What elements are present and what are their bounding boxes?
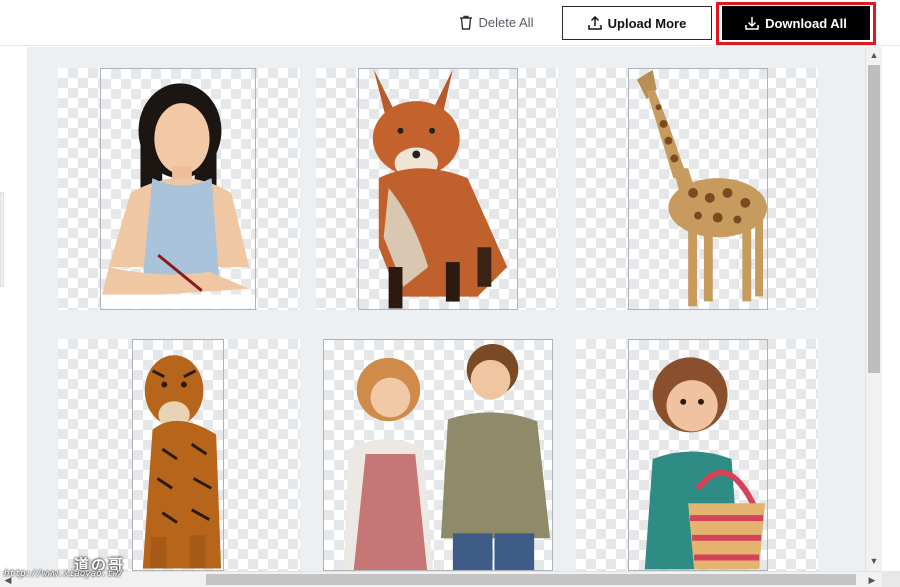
- image-tile-tiger[interactable]: [132, 339, 224, 571]
- vertical-scrollbar[interactable]: ▲ ▼: [865, 47, 882, 571]
- top-toolbar: Delete All Upload More Download All: [0, 0, 900, 46]
- scroll-up-icon[interactable]: ▲: [866, 47, 882, 63]
- image-tile-girl[interactable]: [628, 339, 768, 571]
- image-gallery: [28, 47, 865, 571]
- girl-image: [644, 357, 766, 570]
- upload-more-label: Upload More: [607, 15, 687, 31]
- woman-image: [101, 83, 255, 309]
- watermark: 道の哥 http://www.xiaoyao.tw/: [4, 554, 164, 584]
- upload-icon: [587, 16, 602, 30]
- right-panel-edge: [882, 47, 900, 571]
- download-all-button[interactable]: Download All: [722, 6, 870, 40]
- scroll-right-icon[interactable]: ▶: [864, 572, 880, 587]
- scroll-down-icon[interactable]: ▼: [866, 553, 882, 569]
- watermark-url: http://www.xiaoyao.tw/: [4, 569, 124, 579]
- delete-all-label: Delete All: [478, 14, 534, 30]
- horizontal-scroll-thumb[interactable]: [206, 574, 856, 585]
- delete-all-button[interactable]: Delete All: [450, 10, 542, 34]
- left-panel-edge: [0, 47, 28, 571]
- image-tile-fox[interactable]: [358, 68, 518, 310]
- image-tile-giraffe[interactable]: [628, 68, 768, 310]
- image-tile-woman[interactable]: [100, 68, 256, 310]
- vertical-scroll-thumb[interactable]: [868, 65, 880, 373]
- fox-image: [372, 69, 508, 309]
- children-image: [343, 343, 551, 570]
- left-panel-card: [0, 192, 4, 287]
- upload-more-button[interactable]: Upload More: [562, 6, 712, 40]
- trash-icon: [459, 15, 472, 30]
- giraffe-image: [636, 69, 767, 307]
- image-tile-children[interactable]: [323, 339, 553, 571]
- tiger-image: [142, 355, 222, 569]
- download-icon: [745, 17, 759, 30]
- download-all-label: Download All: [765, 15, 847, 31]
- scrollbar-corner: [882, 571, 900, 587]
